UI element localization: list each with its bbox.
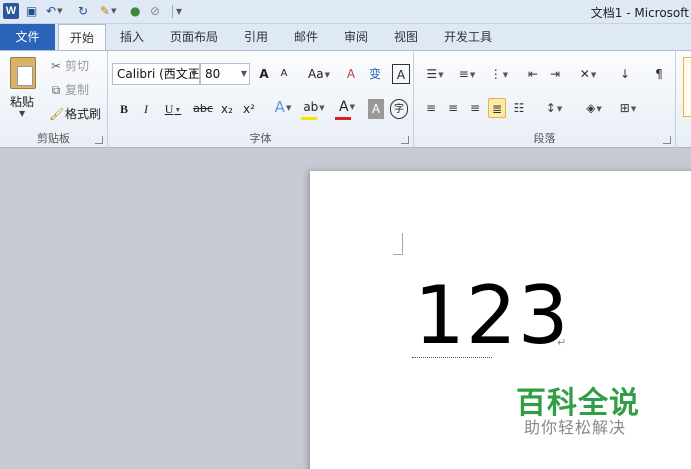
- ribbon-home: 粘贴 ▼ ✂ 剪切 ⧉ 复制 🖌格式刷 剪贴板 Calibri (西文正 ▼ 80 ▼ …: [0, 50, 691, 148]
- sort-icon[interactable]: ↓: [616, 64, 634, 84]
- subscript-button[interactable]: x₂: [218, 99, 236, 119]
- paste-icon[interactable]: [10, 57, 36, 89]
- tab-file[interactable]: 文件: [0, 24, 55, 50]
- tab-developer[interactable]: 开发工具: [438, 24, 498, 50]
- clipboard-group-label: 剪贴板: [37, 132, 70, 145]
- font-color-bar: [335, 117, 351, 120]
- character-shading-button[interactable]: A: [368, 99, 384, 119]
- clipboard-launcher-icon[interactable]: [95, 136, 103, 144]
- font-launcher-icon[interactable]: [401, 136, 409, 144]
- paste-button[interactable]: 粘贴: [10, 93, 34, 110]
- superscript-button[interactable]: x²: [240, 99, 258, 119]
- paragraph-mark: ↵: [557, 336, 567, 349]
- paragraph-group-label: 段落: [533, 132, 556, 145]
- chevron-down-icon: ▼: [240, 69, 247, 78]
- font-group-label: 字体: [249, 132, 272, 145]
- cut-button[interactable]: ✂ 剪切: [49, 57, 89, 75]
- bullets-icon[interactable]: ☰▼: [422, 64, 448, 84]
- customize-qat-icon[interactable]: ▾: [176, 3, 182, 20]
- justify-icon[interactable]: ≣: [488, 98, 506, 118]
- strikethrough-button[interactable]: abc: [192, 99, 214, 119]
- grow-font-button[interactable]: A: [256, 64, 272, 84]
- color-wheel-icon[interactable]: ●: [130, 3, 140, 20]
- phonetic-guide-button[interactable]: 变: [366, 64, 384, 84]
- tab-view[interactable]: 视图: [386, 24, 426, 50]
- brush-icon: 🖌: [49, 107, 65, 121]
- clear-format-button[interactable]: A: [342, 64, 360, 84]
- shading-icon[interactable]: ◈▼: [580, 98, 608, 118]
- tab-references[interactable]: 引用: [236, 24, 276, 50]
- tab-review[interactable]: 审阅: [336, 24, 376, 50]
- character-border-button[interactable]: A: [392, 64, 410, 84]
- paragraph-launcher-icon[interactable]: [663, 136, 671, 144]
- borders-icon[interactable]: ⊞▼: [614, 98, 642, 118]
- undo-icon[interactable]: ↶▼: [46, 3, 62, 20]
- shrink-font-button[interactable]: A: [276, 64, 292, 84]
- qat-separator: [172, 5, 173, 18]
- font-color-button[interactable]: A▼: [334, 97, 360, 117]
- clipboard-group: 粘贴 ▼ ✂ 剪切 ⧉ 复制 🖌格式刷 剪贴板: [0, 51, 108, 148]
- align-center-icon[interactable]: ≡: [444, 98, 462, 118]
- clear-icon[interactable]: ⊘: [150, 3, 160, 20]
- ribbon-tabs: 文件 开始 插入 页面布局 引用 邮件 审阅 视图 开发工具: [0, 24, 691, 51]
- font-group: Calibri (西文正 ▼ 80 ▼ A A Aa▼ A 变 A B I U▼ a…: [108, 51, 414, 148]
- paragraph-group: ☰▼ ≡▼ ⋮▼ ⇤ ⇥ ✕▼ ↓ ¶ ≡ ≡ ≡ ≣ ☷ ↕▼ ◈▼ ⊞▼ 段…: [414, 51, 676, 148]
- font-name-combo[interactable]: Calibri (西文正 ▼: [112, 63, 200, 85]
- document-text[interactable]: 123: [414, 271, 570, 361]
- format-painter-button[interactable]: 🖌格式刷: [49, 105, 101, 123]
- italic-button[interactable]: I: [138, 99, 154, 119]
- tab-home[interactable]: 开始: [58, 24, 106, 51]
- scissors-icon: ✂: [50, 59, 62, 73]
- line-spacing-icon[interactable]: ↕▼: [540, 98, 568, 118]
- title-bar: W ▣ ↶▼ ↻ ✎▼ ● ⊘ ▾ 文档1 - Microsoft: [0, 0, 691, 24]
- underline-button[interactable]: U▼: [160, 99, 186, 119]
- highlight-button[interactable]: ab▼: [300, 97, 328, 117]
- multilevel-list-icon[interactable]: ⋮▼: [486, 64, 512, 84]
- proofing-underline: [412, 357, 492, 358]
- enclose-characters-button[interactable]: 字: [390, 99, 408, 119]
- align-right-icon[interactable]: ≡: [466, 98, 484, 118]
- change-case-button[interactable]: Aa▼: [306, 64, 332, 84]
- increase-indent-icon[interactable]: ⇥: [546, 64, 564, 84]
- numbering-icon[interactable]: ≡▼: [454, 64, 480, 84]
- paint-icon[interactable]: ✎▼: [100, 3, 116, 20]
- tab-mailings[interactable]: 邮件: [286, 24, 326, 50]
- margin-corner-mark: [393, 233, 403, 255]
- copy-button[interactable]: ⧉ 复制: [49, 81, 89, 99]
- document-page[interactable]: 123 ↵: [310, 171, 691, 469]
- paste-dropdown-icon[interactable]: ▼: [19, 109, 25, 118]
- highlight-color-bar: [301, 117, 317, 120]
- styles-gallery[interactable]: [683, 57, 691, 117]
- copy-icon: ⧉: [51, 83, 61, 97]
- watermark-subtitle: 助你轻松解决: [524, 418, 627, 437]
- font-size-combo[interactable]: 80 ▼: [200, 63, 250, 85]
- tab-insert[interactable]: 插入: [112, 24, 152, 50]
- tab-page-layout[interactable]: 页面布局: [164, 24, 224, 50]
- distributed-icon[interactable]: ☷: [510, 98, 528, 118]
- chevron-down-icon: ▼: [190, 69, 197, 78]
- show-marks-icon[interactable]: ¶: [650, 64, 668, 84]
- align-left-icon[interactable]: ≡: [422, 98, 440, 118]
- save-icon[interactable]: ▣: [26, 3, 37, 20]
- decrease-indent-icon[interactable]: ⇤: [524, 64, 542, 84]
- text-effects-button[interactable]: A▼: [270, 97, 296, 117]
- chinese-layout-icon[interactable]: ✕▼: [574, 64, 602, 84]
- window-title: 文档1 - Microsoft: [590, 6, 689, 20]
- redo-icon[interactable]: ↻: [78, 3, 88, 20]
- word-app-icon[interactable]: W: [3, 3, 19, 19]
- bold-button[interactable]: B: [116, 99, 132, 119]
